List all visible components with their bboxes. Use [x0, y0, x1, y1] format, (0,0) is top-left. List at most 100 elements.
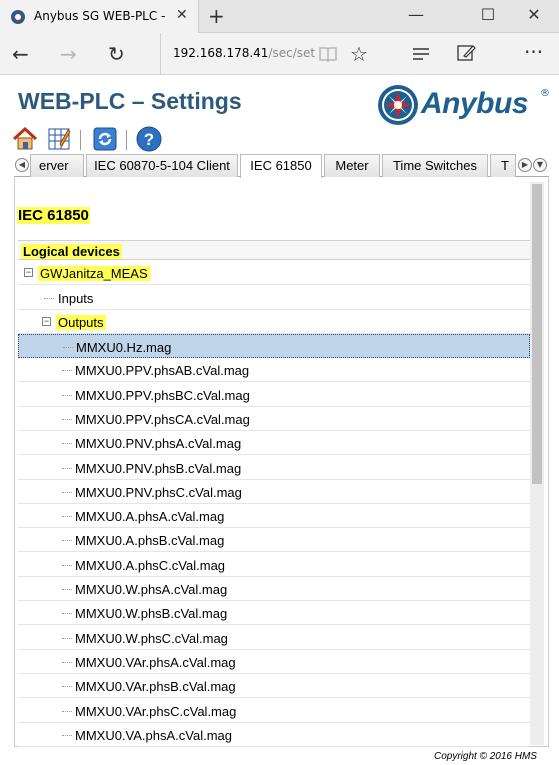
tree-connector [62, 443, 72, 445]
anybus-logo-icon [378, 85, 418, 125]
tree-output-item[interactable]: MMXU0.A.phsC.cVal.mag [18, 553, 530, 577]
home-icon[interactable] [12, 126, 38, 152]
favorites-star-icon[interactable]: ☆ [350, 42, 368, 66]
page-title: WEB-PLC – Settings [18, 88, 242, 114]
close-window-icon[interactable]: ✕ [514, 5, 554, 24]
tree-output-item[interactable]: MMXU0.PNV.phsA.cVal.mag [18, 431, 530, 456]
collapse-icon[interactable]: − [42, 317, 51, 326]
output-item-label: MMXU0.A.phsC.cVal.mag [75, 557, 226, 573]
tree-connector [62, 540, 72, 542]
tree-output-item[interactable]: MMXU0.W.phsB.cVal.mag [18, 601, 530, 626]
tree-output-item[interactable]: MMXU0.A.phsB.cVal.mag [18, 528, 530, 553]
output-item-label: MMXU0.VAr.phsC.cVal.mag [75, 703, 237, 719]
tabs-scroll-right-icon[interactable]: ▶ [518, 158, 532, 172]
tabs-menu-icon[interactable]: ▼ [533, 158, 547, 172]
maximize-icon[interactable]: ☐ [468, 5, 508, 24]
tree-connector [62, 637, 72, 639]
tree-connector [63, 347, 73, 348]
output-item-label: MMXU0.PNV.phsC.cVal.mag [75, 484, 242, 500]
tree-connector [62, 516, 72, 518]
tree-connector [62, 661, 72, 663]
tree-output-item[interactable]: MMXU0.PPV.phsCA.cVal.mag [18, 407, 530, 431]
tree-output-item[interactable]: MMXU0.VAr.phsC.cVal.mag [18, 699, 530, 723]
tree-connector [62, 613, 72, 615]
tree-output-item[interactable]: MMXU0.VAr.phsB.cVal.mag [18, 674, 530, 699]
output-item-label: MMXU0.VA.phsA.cVal.mag [75, 727, 233, 743]
tab-iec-61850[interactable]: IEC 61850 [240, 154, 322, 178]
forward-icon[interactable]: → [60, 42, 77, 66]
copyright: Copyright © 2016 HMS [434, 751, 537, 762]
tree-output-item[interactable]: MMXU0.Hz.mag [18, 334, 530, 358]
tree-output-item[interactable]: MMXU0.W.phsC.cVal.mag [18, 626, 530, 650]
hub-icon[interactable] [411, 46, 431, 62]
tree-connector [62, 589, 72, 590]
collapse-icon[interactable]: − [24, 268, 33, 277]
tree-output-item[interactable]: MMXU0.VA.phsA.cVal.mag [18, 723, 530, 747]
tab-meter[interactable]: Meter [324, 154, 380, 177]
scrollbar-thumb[interactable] [532, 184, 542, 484]
address-path: /sec/set [268, 46, 316, 60]
output-item-label: MMXU0.PPV.phsAB.cVal.mag [75, 363, 250, 379]
tree-connector [62, 686, 72, 688]
tree-connector [62, 467, 72, 469]
outputs-label: Outputs [56, 315, 106, 330]
web-note-icon[interactable] [456, 43, 476, 63]
tabs-scroll-left-icon[interactable]: ◀ [15, 158, 29, 172]
tree-output-item[interactable]: MMXU0.PPV.phsAB.cVal.mag [18, 358, 530, 383]
tree-output-item[interactable]: MMXU0.A.phsA.cVal.mag [18, 504, 530, 529]
output-item-label: MMXU0.Hz.mag [76, 340, 172, 355]
tree-output-item[interactable]: MMXU0.PPV.phsBC.cVal.mag [18, 383, 530, 407]
address-host: 192.168.178.41 [173, 46, 269, 60]
tree-connector [62, 710, 72, 712]
tree-output-item[interactable]: MMXU0.W.phsA.cVal.mag [18, 577, 530, 601]
minimize-icon[interactable]: — [396, 5, 436, 24]
output-item-label: MMXU0.PNV.phsA.cVal.mag [75, 436, 242, 452]
output-item-label: MMXU0.VAr.phsA.cVal.mag [75, 654, 236, 670]
tab-truncated[interactable]: T [490, 154, 516, 177]
grid-icon[interactable] [46, 126, 72, 152]
tab-time-switches[interactable]: Time Switches [382, 154, 488, 177]
tree-connector [62, 564, 72, 566]
logo-text: Anybus [421, 87, 529, 120]
output-item-label: MMXU0.W.phsC.cVal.mag [75, 630, 228, 646]
help-icon[interactable]: ? [136, 126, 162, 152]
toolbar-separator [126, 130, 127, 150]
new-tab-icon[interactable]: + [208, 4, 225, 28]
logo-registered-mark: ® [540, 88, 550, 99]
tree-output-item[interactable]: MMXU0.PNV.phsC.cVal.mag [18, 480, 530, 504]
tree-header: Logical devices [18, 240, 530, 260]
tree-connector [62, 394, 72, 396]
browser-tab[interactable]: Anybus SG WEB-PLC - S ✕ [0, 0, 199, 33]
svg-text:?: ? [144, 130, 154, 149]
more-options-icon[interactable]: ··· [524, 40, 543, 64]
tree-output-item[interactable]: MMXU0.PNV.phsB.cVal.mag [18, 456, 530, 480]
anybus-logo: Anybus ® [377, 84, 553, 130]
tree-output-item[interactable]: MMXU0.VAr.phsA.cVal.mag [18, 650, 530, 674]
tree-node-outputs[interactable]: − Outputs [18, 310, 530, 334]
output-item-label: MMXU0.PNV.phsB.cVal.mag [75, 460, 242, 476]
logical-devices-tree: Logical devices − GWJanitza_MEAS Inputs … [18, 240, 530, 747]
tree-connector [62, 734, 72, 736]
tree-node-device[interactable]: − GWJanitza_MEAS [18, 261, 530, 285]
browser-tab-title: Anybus SG WEB-PLC - S [34, 9, 169, 23]
output-item-label: MMXU0.PPV.phsBC.cVal.mag [75, 387, 250, 403]
close-tab-icon[interactable]: ✕ [176, 7, 188, 23]
address-bar[interactable]: 192.168.178.41/sec/set [160, 33, 330, 75]
section-title: IEC 61850 [17, 207, 90, 224]
settings-tabstrip: ◀ erver IEC 60870-5-104 Client IEC 61850… [14, 153, 549, 178]
tab-iec-60870-5-104-client[interactable]: IEC 60870-5-104 Client [86, 154, 238, 177]
refresh-icon[interactable] [92, 126, 118, 152]
back-icon[interactable]: ← [12, 42, 29, 66]
tree-node-inputs[interactable]: Inputs [18, 286, 530, 310]
reload-icon[interactable]: ↻ [108, 42, 125, 66]
tab-server[interactable]: erver [30, 154, 84, 177]
output-item-label: MMXU0.PPV.phsCA.cVal.mag [75, 411, 250, 427]
tree-connector [44, 298, 54, 299]
anybus-favicon-icon [11, 10, 25, 24]
vertical-scrollbar[interactable] [530, 182, 544, 745]
tree-connector [62, 418, 72, 420]
toolbar-separator [80, 130, 81, 150]
tree-connector [62, 491, 72, 493]
output-item-label: MMXU0.A.phsA.cVal.mag [75, 509, 225, 525]
reading-view-icon[interactable] [318, 45, 338, 63]
